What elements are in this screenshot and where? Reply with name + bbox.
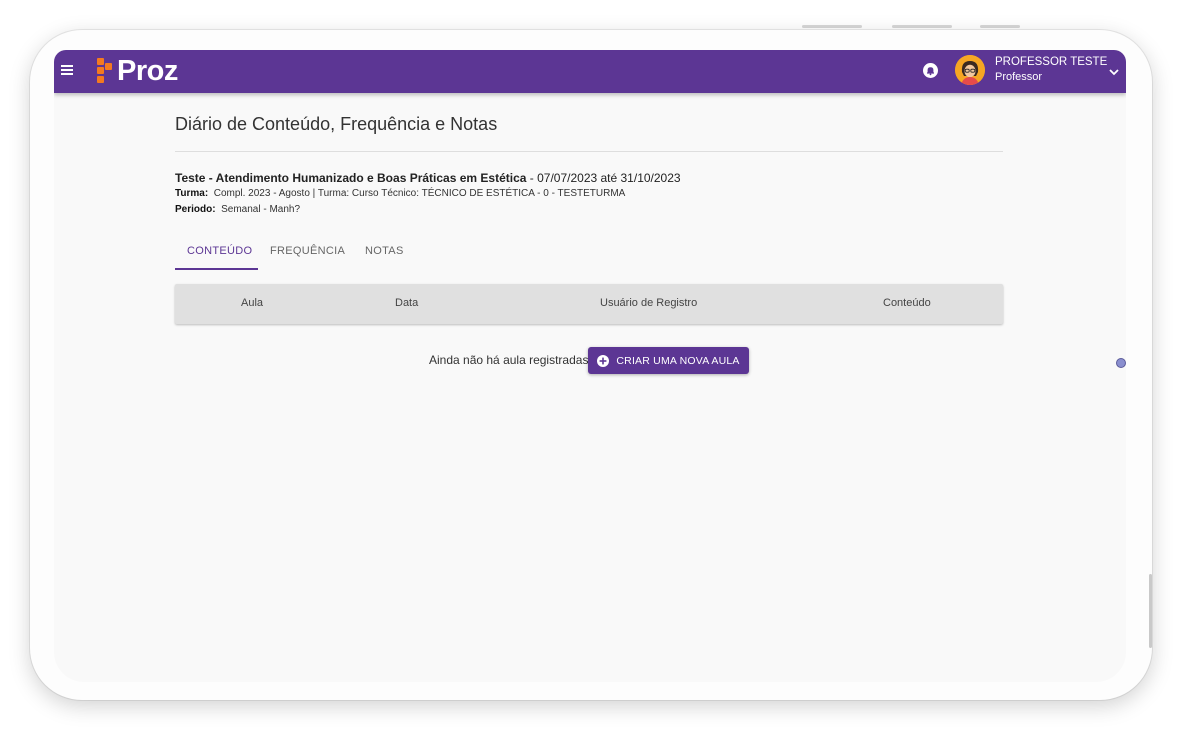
create-lesson-label: CRIAR UMA NOVA AULA <box>616 354 740 367</box>
decor-bar <box>802 25 862 28</box>
top-app-bar: Proz PROFESSOR TESTE Professor <box>54 50 1126 93</box>
user-name: PROFESSOR TESTE <box>995 56 1108 68</box>
user-role: Professor <box>995 71 1043 83</box>
course-header: Teste - Atendimento Humanizado e Boas Pr… <box>175 171 681 185</box>
plus-circle-icon <box>597 354 610 367</box>
column-header-conteudo: Conteúdo <box>883 297 931 309</box>
create-lesson-button[interactable]: CRIAR UMA NOVA AULA <box>588 347 749 374</box>
turma-label: Turma: <box>175 188 209 199</box>
tab-conteudo[interactable]: CONTEÚDO <box>187 245 252 257</box>
column-header-usuario: Usuário de Registro <box>600 297 698 309</box>
chevron-down-icon[interactable] <box>1108 64 1120 76</box>
device-frame: Proz PROFESSOR TESTE Professor Diário de… <box>30 30 1152 700</box>
logo-text: Proz <box>117 54 178 87</box>
tab-notas[interactable]: NOTAS <box>365 245 404 257</box>
column-header-aula: Aula <box>241 297 264 309</box>
proz-logo-mark-icon <box>97 58 112 83</box>
column-header-data: Data <box>395 297 419 309</box>
title-divider <box>175 151 1003 152</box>
active-tab-indicator <box>175 268 258 270</box>
proz-logo[interactable]: Proz <box>97 54 178 88</box>
table-header: Aula Data Usuário de Registro Conteúdo <box>175 284 1003 324</box>
turma-value: Compl. 2023 - Agosto | Turma: Curso Técn… <box>213 188 626 199</box>
course-date-range: - 07/07/2023 até 31/10/2023 <box>526 171 681 185</box>
hamburger-menu-icon[interactable] <box>61 65 73 75</box>
page-title: Diário de Conteúdo, Frequência e Notas <box>175 114 498 134</box>
bell-icon[interactable] <box>923 63 938 78</box>
app-screen: Proz PROFESSOR TESTE Professor Diário de… <box>54 50 1126 682</box>
empty-state: Ainda não há aula registradas CRIAR UMA … <box>175 347 1003 375</box>
tab-frequencia[interactable]: FREQUÊNCIA <box>270 245 345 257</box>
turma-line: Turma: Compl. 2023 - Agosto | Turma: Cur… <box>175 188 625 199</box>
periodo-label: Periodo: <box>175 204 216 215</box>
user-info[interactable]: PROFESSOR TESTE Professor <box>995 55 1107 85</box>
course-name: Teste - Atendimento Humanizado e Boas Pr… <box>175 171 527 185</box>
periodo-line: Periodo: Semanal - Manh? <box>175 204 300 215</box>
tab-bar: CONTEÚDO FREQUÊNCIA NOTAS <box>175 238 475 270</box>
empty-message: Ainda não há aula registradas <box>429 353 589 367</box>
user-avatar[interactable] <box>955 55 985 85</box>
page-scrollbar[interactable] <box>1149 574 1152 648</box>
decor-bar <box>980 25 1020 28</box>
floating-indicator[interactable] <box>1116 358 1126 368</box>
decor-bar <box>892 25 952 28</box>
periodo-value: Semanal - Manh? <box>221 204 301 215</box>
